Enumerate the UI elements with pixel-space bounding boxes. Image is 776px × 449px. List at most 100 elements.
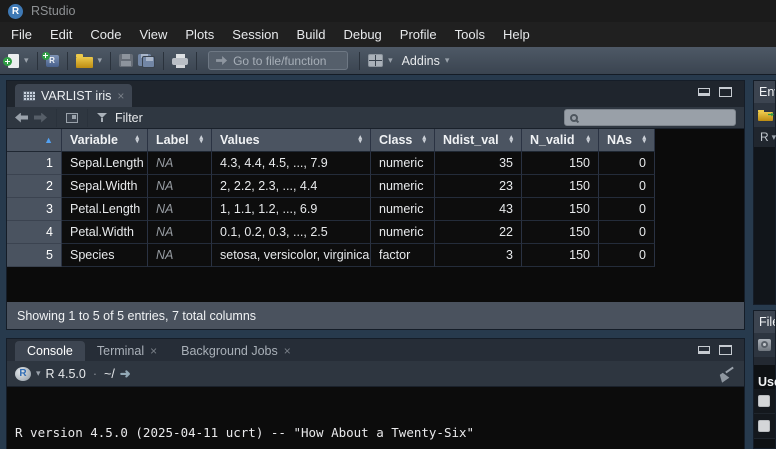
r-version-dropdown-icon[interactable]: ▾ xyxy=(36,368,41,379)
popout-window-icon[interactable] xyxy=(66,113,78,123)
rstudio-window: R RStudio File Edit Code View Plots Sess… xyxy=(0,0,776,449)
filter-funnel-icon[interactable] xyxy=(97,113,107,122)
tab-background-jobs[interactable]: Background Jobs × xyxy=(169,341,303,361)
cell-nas: 0 xyxy=(599,198,655,221)
sort-icon: ▴▾ xyxy=(131,136,139,144)
save-icon[interactable] xyxy=(119,54,133,67)
table-empty-area xyxy=(7,267,744,302)
menu-item-tools[interactable]: Tools xyxy=(446,22,494,47)
goto-placeholder: Go to file/function xyxy=(233,54,326,68)
menu-item-build[interactable]: Build xyxy=(288,22,335,47)
goto-file-function-input[interactable]: Go to file/function xyxy=(208,51,348,70)
files-toolbar xyxy=(754,333,775,357)
r-version-label: R 4.5.0 xyxy=(46,367,86,381)
cell-variable: Sepal.Width xyxy=(62,175,148,198)
filter-button[interactable]: Filter xyxy=(115,111,143,125)
minimize-pane-icon[interactable] xyxy=(698,346,710,354)
menu-item-profile[interactable]: Profile xyxy=(391,22,446,47)
row-number: 5 xyxy=(7,244,62,267)
forward-icon[interactable] xyxy=(34,113,47,123)
pane-layout-icon[interactable] xyxy=(368,54,383,67)
toolbar-separator xyxy=(37,52,38,70)
sort-icon: ▴▾ xyxy=(582,136,590,144)
console-output-line: R version 4.5.0 (2025-04-11 ucrt) -- "Ho… xyxy=(15,425,744,441)
cell-variable: Species xyxy=(62,244,148,267)
col-values[interactable]: Values▴▾ xyxy=(212,129,371,152)
file-checkbox[interactable] xyxy=(758,395,770,407)
cell-nas: 0 xyxy=(599,244,655,267)
new-project-icon[interactable]: R xyxy=(46,55,59,67)
menu-item-edit[interactable]: Edit xyxy=(41,22,81,47)
close-icon[interactable]: × xyxy=(284,345,291,357)
viewer-toolbar: Filter xyxy=(7,107,744,129)
cell-ndist-val: 23 xyxy=(435,175,522,198)
goto-directory-icon[interactable]: ➜ xyxy=(120,366,131,382)
maximize-pane-icon[interactable] xyxy=(719,345,732,355)
col-n-valid[interactable]: N_valid▴▾ xyxy=(522,129,599,152)
minimize-pane-icon[interactable] xyxy=(698,88,710,96)
right-sidebar: Envi R ▾ Files User xyxy=(753,80,776,449)
console-toolbar: R ▾ R 4.5.0 · ~/ ➜ xyxy=(7,361,744,387)
console-output[interactable]: R version 4.5.0 (2025-04-11 ucrt) -- "Ho… xyxy=(7,387,744,449)
cell-variable: Sepal.Length xyxy=(62,152,148,175)
cell-nas: 0 xyxy=(599,175,655,198)
cell-class: numeric xyxy=(371,221,435,244)
col-class[interactable]: Class▴▾ xyxy=(371,129,435,152)
menu-item-session[interactable]: Session xyxy=(223,22,287,47)
cell-n-valid: 150 xyxy=(522,198,599,221)
variable-table: ▲ Variable▴▾ Label▴▾ Values▴▾ Class▴▾ Nd… xyxy=(7,129,744,267)
menu-item-debug[interactable]: Debug xyxy=(334,22,390,47)
cell-ndist-val: 43 xyxy=(435,198,522,221)
menu-item-file[interactable]: File xyxy=(2,22,41,47)
main-toolbar: ▾ R ▾ Go to file/function ▾ Addins ▾ xyxy=(0,47,776,75)
sort-icon: ▴▾ xyxy=(195,136,203,144)
new-file-dropdown-icon[interactable]: ▾ xyxy=(24,55,29,66)
files-pane-title[interactable]: Files xyxy=(754,311,775,333)
cell-class: numeric xyxy=(371,152,435,175)
col-nas[interactable]: NAs▴▾ xyxy=(599,129,655,152)
table-search-input[interactable] xyxy=(564,109,736,126)
cell-variable: Petal.Length xyxy=(62,198,148,221)
r-logo-icon[interactable]: R xyxy=(15,367,31,381)
maximize-pane-icon[interactable] xyxy=(719,87,732,97)
close-icon[interactable]: × xyxy=(150,345,157,357)
menu-item-code[interactable]: Code xyxy=(81,22,130,47)
tab-terminal[interactable]: Terminal × xyxy=(85,341,169,361)
menu-item-view[interactable]: View xyxy=(130,22,176,47)
pane-layout-dropdown-icon[interactable]: ▾ xyxy=(388,55,393,66)
addins-dropdown-icon[interactable]: ▾ xyxy=(445,55,450,66)
open-file-icon[interactable] xyxy=(76,57,93,68)
file-checkbox[interactable] xyxy=(758,420,770,432)
files-path-strip xyxy=(754,357,775,365)
import-dataset-icon[interactable] xyxy=(758,112,773,121)
col-label[interactable]: Label▴▾ xyxy=(148,129,212,152)
title-bar: R RStudio xyxy=(0,0,776,22)
clear-console-icon[interactable] xyxy=(719,366,734,381)
workspace: VARLIST iris × Filter xyxy=(0,75,776,449)
plus-badge-icon xyxy=(42,52,50,60)
print-icon[interactable] xyxy=(172,54,188,68)
close-icon[interactable]: × xyxy=(117,90,124,102)
environment-pane-title[interactable]: Envi xyxy=(754,81,775,103)
environment-r-dropdown[interactable]: R ▾ xyxy=(754,127,775,147)
tab-varlist-iris[interactable]: VARLIST iris × xyxy=(15,84,132,107)
col-ndist-val[interactable]: Ndist_val▴▾ xyxy=(435,129,522,152)
table-row: 3 Petal.Length NA 1, 1.1, 1.2, ..., 6.9 … xyxy=(7,198,744,221)
file-list-item xyxy=(754,414,775,439)
environment-body xyxy=(754,147,775,304)
menu-item-help[interactable]: Help xyxy=(494,22,539,47)
addins-button[interactable]: Addins xyxy=(402,54,440,68)
menu-item-plots[interactable]: Plots xyxy=(176,22,223,47)
new-folder-icon[interactable] xyxy=(758,339,771,351)
tab-console[interactable]: Console xyxy=(15,341,85,361)
sort-icon: ▴▾ xyxy=(505,136,513,144)
cell-n-valid: 150 xyxy=(522,244,599,267)
back-icon[interactable] xyxy=(15,113,28,123)
row-number: 3 xyxy=(7,198,62,221)
col-rownum[interactable]: ▲ xyxy=(7,129,62,152)
col-variable[interactable]: Variable▴▾ xyxy=(62,129,148,152)
open-file-dropdown-icon[interactable]: ▾ xyxy=(98,55,103,66)
new-file-icon[interactable] xyxy=(8,54,19,68)
environment-toolbar xyxy=(754,103,775,127)
save-all-icon[interactable] xyxy=(138,54,155,68)
